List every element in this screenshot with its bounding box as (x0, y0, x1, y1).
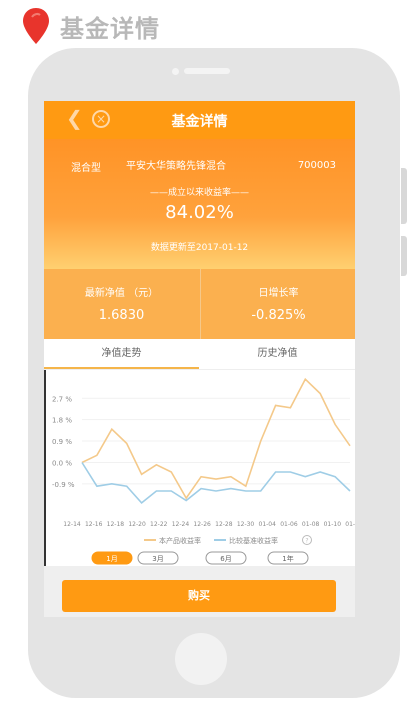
x-tick-label: 12-16 (85, 521, 103, 528)
x-tick-label: 12-18 (107, 521, 125, 528)
range-button-1月[interactable]: 1月 (91, 551, 133, 565)
buy-button[interactable]: 购买 (62, 580, 336, 612)
x-tick-label: 12-28 (215, 521, 233, 528)
nav-bar: ❮ × 基金详情 (44, 101, 355, 139)
range-button-label[interactable]: 6月 (220, 555, 231, 563)
nav-title: 基金详情 (171, 114, 228, 130)
range-button-1年[interactable]: 1年 (267, 551, 309, 565)
stats-row: 最新净值 （元） 1.6830 日增长率 -0.825% (44, 269, 355, 339)
series-line-product (81, 377, 351, 500)
home-button[interactable] (175, 633, 227, 685)
nav-trend-chart: 2.7 % 1.8 % 0.9 % 0.0 % -0.9 % 12-14 12-16 12-1… (44, 370, 355, 566)
x-tick-label: 01-04 (259, 521, 277, 528)
camera-icon (172, 68, 179, 75)
y-tick-label: 0.0 % (52, 459, 72, 467)
latest-nav-value: 1.6830 (98, 308, 145, 323)
chart-canvas: 2.7 % 1.8 % 0.9 % 0.0 % -0.9 % 12-14 12-16 12-1… (52, 377, 355, 565)
update-date: 数据更新至2017-01-12 (150, 243, 249, 253)
y-tick-label: -0.9 % (52, 481, 75, 489)
x-tick-label: 12-14 (63, 521, 81, 528)
legend-label: 比较基准收益率 (229, 536, 278, 545)
tab-nav-trend[interactable]: 净值走势 (44, 339, 199, 369)
y-tick-label: 1.8 % (52, 417, 72, 425)
range-button-label[interactable]: 1月 (106, 555, 117, 563)
x-tick-label: 01-12 (345, 521, 355, 528)
app-screen: ❮ × 基金详情 混合型 平安大华策略先锋混合 700003 ——成立以来收益率… (44, 101, 355, 617)
fund-summary: 混合型 平安大华策略先锋混合 700003 ——成立以来收益率—— 84.02%… (44, 139, 355, 269)
x-tick-label: 12-22 (150, 521, 168, 528)
since-inception-value: 84.02% (165, 202, 234, 223)
x-tick-label: 01-06 (280, 521, 298, 528)
page-header: 基金详情 (22, 6, 160, 46)
x-tick-label: 12-26 (193, 521, 211, 528)
daily-growth-label: 日增长率 (258, 288, 299, 299)
bottom-bar: 购买 (44, 566, 355, 617)
series-line-benchmark (81, 462, 351, 504)
since-inception-label: ——成立以来收益率—— (149, 188, 249, 198)
speaker-grille (184, 68, 230, 74)
y-tick-label: 2.7 % (52, 395, 72, 403)
page-title: 基金详情 (60, 14, 160, 43)
x-tick-label: 12-24 (172, 521, 190, 528)
y-tick-label: 0.9 % (52, 438, 72, 446)
range-button-label[interactable]: 3月 (152, 555, 163, 563)
range-button-3月[interactable]: 3月 (137, 551, 179, 565)
x-tick-label: 12-30 (237, 521, 255, 528)
x-tick-label: 12-20 (128, 521, 146, 528)
help-icon-glyph: ? (305, 538, 308, 545)
tab-history-nav[interactable]: 历史净值 (200, 339, 355, 369)
legend-label: 本产品收益率 (159, 536, 201, 545)
power-button (401, 236, 407, 276)
fund-code: 700003 (297, 160, 336, 171)
daily-growth-cell: 日增长率 -0.825% (200, 269, 355, 339)
tab-bar: 净值走势 历史净值 (44, 339, 355, 370)
fund-name: 平安大华策略先锋混合 (126, 161, 226, 172)
location-pin-icon (22, 7, 50, 45)
fund-type: 混合型 (71, 163, 101, 174)
latest-nav-label: 最新净值 （元） (84, 288, 159, 299)
range-button-6月[interactable]: 6月 (205, 551, 247, 565)
daily-growth-value: -0.825% (251, 308, 306, 323)
x-tick-label: 01-10 (324, 521, 342, 528)
latest-nav-cell: 最新净值 （元） 1.6830 (44, 269, 199, 339)
range-button-label[interactable]: 1年 (282, 554, 293, 563)
x-tick-label: 01-08 (302, 521, 320, 528)
volume-button (401, 168, 407, 224)
